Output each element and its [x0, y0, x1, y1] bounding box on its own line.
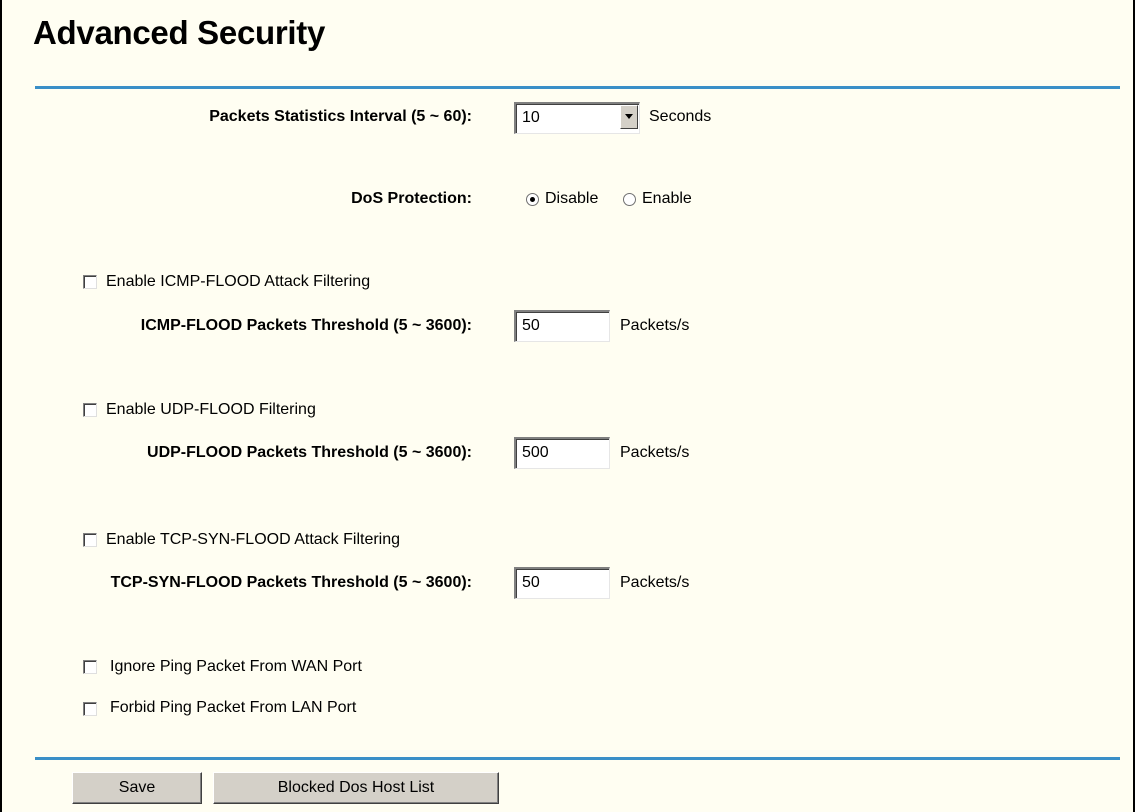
tcp-threshold-label: TCP-SYN-FLOOD Packets Threshold (5 ~ 360…	[110, 574, 472, 591]
udp-threshold-input[interactable]: 500	[514, 437, 610, 469]
icmp-threshold-label: ICMP-FLOOD Packets Threshold (5 ~ 3600):	[140, 317, 472, 334]
interval-value: 10	[522, 109, 540, 126]
divider-bottom	[35, 757, 1120, 760]
tcp-threshold-unit: Packets/s	[620, 574, 690, 591]
udp-threshold-label: UDP-FLOOD Packets Threshold (5 ~ 3600):	[147, 444, 472, 461]
interval-select[interactable]: 10	[514, 102, 640, 134]
dos-disable-label: Disable	[545, 190, 599, 207]
icmp-enable-label: Enable ICMP-FLOOD Attack Filtering	[106, 273, 371, 290]
udp-threshold-unit: Packets/s	[620, 444, 690, 461]
settings-panel: Advanced Security Packets Statistics Int…	[0, 0, 1135, 812]
forbid-lan-ping-label: Forbid Ping Packet From LAN Port	[110, 699, 357, 716]
ignore-wan-ping-label: Ignore Ping Packet From WAN Port	[110, 658, 362, 675]
dos-disable-radio[interactable]	[526, 193, 539, 206]
tcp-enable-label: Enable TCP-SYN-FLOOD Attack Filtering	[106, 531, 401, 548]
page-title: Advanced Security	[33, 14, 326, 51]
tcp-threshold-input[interactable]: 50	[514, 567, 610, 599]
interval-unit: Seconds	[649, 108, 712, 125]
icmp-threshold-unit: Packets/s	[620, 317, 690, 334]
udp-enable-checkbox[interactable]	[83, 403, 97, 417]
dos-enable-radio[interactable]	[623, 193, 636, 206]
forbid-lan-ping-checkbox[interactable]	[83, 702, 97, 716]
tcp-enable-checkbox[interactable]	[83, 533, 97, 547]
save-button[interactable]: Save	[72, 772, 202, 804]
divider-top	[35, 86, 1120, 89]
chevron-down-icon[interactable]	[620, 105, 638, 129]
blocked-dos-host-list-button[interactable]: Blocked Dos Host List	[213, 772, 499, 804]
udp-enable-label: Enable UDP-FLOOD Filtering	[106, 401, 316, 418]
dos-label: DoS Protection:	[351, 190, 472, 207]
interval-label: Packets Statistics Interval (5 ~ 60):	[209, 108, 472, 125]
ignore-wan-ping-checkbox[interactable]	[83, 660, 97, 674]
dos-enable-label: Enable	[642, 190, 692, 207]
icmp-threshold-input[interactable]: 50	[514, 310, 610, 342]
icmp-enable-checkbox[interactable]	[83, 275, 97, 289]
